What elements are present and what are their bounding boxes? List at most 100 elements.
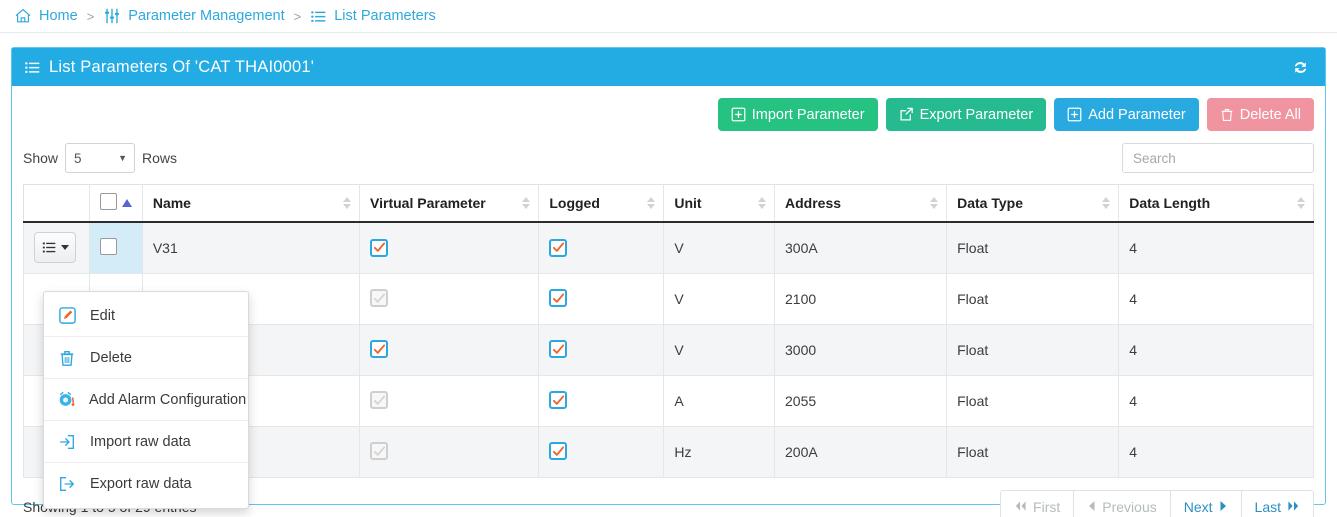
cell-data-type: Float [946,222,1120,274]
table-row[interactable]: V31 V 300A Float 4 [23,222,1314,274]
menu-item-edit[interactable]: Edit [44,295,248,337]
pagination-previous-label: Previous [1102,498,1157,515]
plus-square-icon [731,107,746,122]
table-header-row: Name Virtual Parameter Logged Unit Addre… [23,184,1314,223]
cell-virtual-parameter [359,273,540,325]
page-length-control: Show 5 ▼ Rows [23,143,177,173]
import-parameter-label: Import Parameter [751,106,865,123]
cell-unit: V [663,324,775,376]
rows-label: Rows [142,150,178,166]
column-data-type-label: Data Type [957,195,1023,211]
double-left-icon [1014,499,1027,515]
breadcrumb-item-parameter-management[interactable]: Parameter Management [103,7,285,25]
refresh-icon[interactable] [1288,55,1312,79]
search-input[interactable] [1122,143,1314,173]
logged-checkbox-checked [549,442,568,461]
column-name[interactable]: Name [142,184,361,223]
sort-icon [758,197,766,209]
plus-square-icon [1067,107,1082,122]
cell-unit: A [663,375,775,427]
column-actions [23,184,90,223]
virtual-parameter-checkbox-unchecked [370,391,389,410]
column-name-label: Name [152,195,191,211]
trash-icon [1220,108,1234,122]
cell-logged [538,375,665,427]
sort-icon [1297,197,1305,209]
pagination-last-button[interactable]: Last [1240,489,1314,517]
export-parameter-label: Export Parameter [919,106,1034,123]
breadcrumb-label-home: Home [39,8,78,24]
cell-data-length: 4 [1118,222,1314,274]
page-length-select[interactable]: 5 ▼ [65,143,136,173]
left-icon [1087,499,1096,515]
virtual-parameter-checkbox-unchecked [370,442,389,461]
column-virtual-parameter[interactable]: Virtual Parameter [359,184,540,223]
breadcrumb-item-home[interactable]: Home [14,7,78,25]
cell-data-type: Float [946,273,1120,325]
breadcrumb-label-parameter-management: Parameter Management [128,8,285,24]
delete-all-label: Delete All [1239,106,1301,123]
cell-virtual-parameter [359,222,540,274]
column-select-all[interactable] [89,184,143,223]
sort-icon [1102,197,1111,209]
cell-data-type: Float [946,375,1120,427]
sort-icon [343,197,352,209]
sort-ascending-icon [121,199,132,207]
column-unit-label: Unit [674,195,702,211]
virtual-parameter-checkbox-checked [370,340,389,359]
column-data-length-label: Data Length [1129,195,1211,211]
delete-all-button[interactable]: Delete All [1206,98,1314,131]
column-address[interactable]: Address [774,184,948,223]
list-parameters-panel: List Parameters Of 'CAT THAI0001' Import… [11,47,1326,517]
cell-unit: Hz [663,426,775,478]
cell-virtual-parameter [359,426,540,478]
cell-unit: V [663,222,775,274]
virtual-parameter-checkbox-unchecked [370,289,389,308]
double-right-icon [1287,499,1300,515]
menu-item-import-raw-data[interactable]: Import raw data [44,421,248,463]
add-parameter-button[interactable]: Add Parameter [1054,98,1199,131]
pagination-first-button[interactable]: First [1000,489,1074,517]
column-unit[interactable]: Unit [663,184,775,223]
cell-address: 2055 [774,375,948,427]
cell-virtual-parameter [359,324,540,376]
toolbar: Import Parameter Export Parameter Add Pa… [23,98,1314,131]
menu-item-export-raw-data-label: Export raw data [90,476,192,492]
column-logged[interactable]: Logged [538,184,665,223]
logged-checkbox-checked [549,391,568,410]
menu-item-export-raw-data[interactable]: Export raw data [44,463,248,505]
menu-item-add-alarm-configuration[interactable]: Add Alarm Configuration [44,379,248,421]
cell-logged [538,426,665,478]
list-icon [24,59,41,76]
cell-address: 2100 [774,273,948,325]
breadcrumb-separator-2: > [293,8,302,24]
import-parameter-button[interactable]: Import Parameter [717,98,878,131]
logged-checkbox-checked [549,340,568,359]
row-checkbox[interactable] [99,237,117,255]
select-all-checkbox[interactable] [99,193,117,210]
row-actions-button[interactable] [34,232,76,264]
menu-item-delete[interactable]: Delete [44,337,248,379]
virtual-parameter-checkbox-checked [370,238,389,257]
column-data-type[interactable]: Data Type [946,184,1120,223]
share-square-icon [899,107,914,122]
pagination: First Previous Next Last [1000,489,1314,517]
sign-out-icon [57,475,77,493]
pagination-previous-button[interactable]: Previous [1073,489,1170,517]
cell-data-type: Float [946,324,1120,376]
breadcrumb-item-list-parameters[interactable]: List Parameters [310,8,436,25]
menu-item-delete-label: Delete [90,349,132,366]
cell-data-type: Float [946,426,1120,478]
export-parameter-button[interactable]: Export Parameter [885,98,1047,131]
pagination-next-button[interactable]: Next [1169,489,1241,517]
sliders-icon [103,7,121,25]
row-select-cell[interactable] [89,222,143,274]
alarm-icon [57,390,76,409]
list-icon [310,8,327,25]
column-data-length[interactable]: Data Length [1118,184,1314,223]
panel-header: List Parameters Of 'CAT THAI0001' [12,48,1325,86]
menu-item-edit-label: Edit [90,307,115,324]
breadcrumb-label-list-parameters: List Parameters [334,8,436,24]
right-icon [1219,499,1228,515]
menu-item-import-raw-data-label: Import raw data [90,433,191,450]
